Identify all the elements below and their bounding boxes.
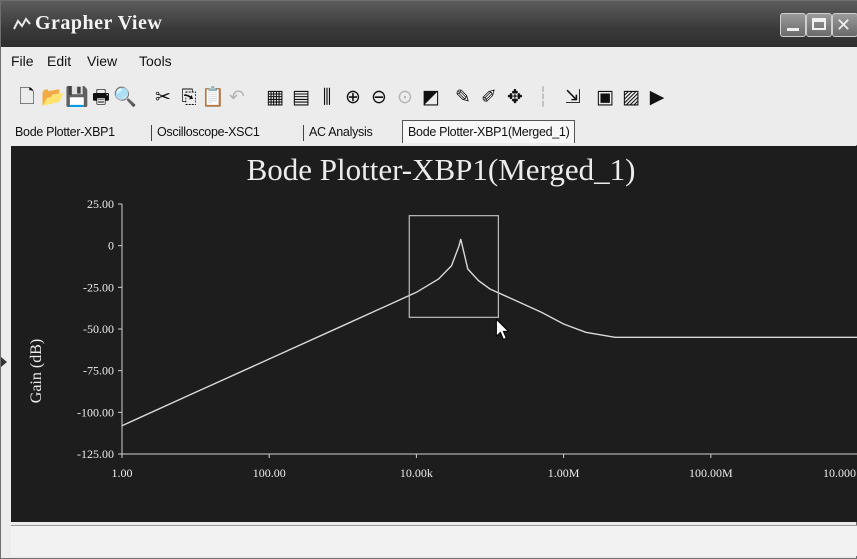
paste-icon[interactable]: 📋 [201,85,225,109]
grapher-window: Grapher View ✕ File Edit View Tools 🗋 📂 … [0,0,857,559]
mouse-pointer-icon [495,318,510,340]
tab-bode-plotter-merged[interactable]: Bode Plotter-XBP1(Merged_1) [402,120,576,143]
x-tick-label: 1.00M [548,466,580,480]
menu-tools[interactable]: Tools [139,53,172,69]
close-button[interactable]: ✕ [832,13,857,37]
cut-icon[interactable]: ✂ [151,85,175,109]
cursors-icon[interactable]: ⫼ [315,85,339,109]
x-tick-label: 10.00k [400,466,433,480]
y-tick-label: -25.00 [83,280,114,294]
gain-trace [121,238,857,427]
maximize-icon [812,18,826,30]
y-tick-label: 25.00 [87,197,114,211]
select-marks-icon[interactable]: ✎ [451,85,475,109]
tab-bar: Bode Plotter-XBP1 Oscilloscope-XSC1 AC A… [1,117,857,145]
save-icon[interactable]: 💾 [65,85,89,109]
grid-icon[interactable]: ▦ [263,85,287,109]
tab-oscilloscope-xsc1[interactable]: Oscilloscope-XSC1 [157,122,260,142]
tab-separator [151,125,152,141]
tab-bode-plotter-xbp1[interactable]: Bode Plotter-XBP1 [15,122,115,142]
y-tick-label: -100.00 [77,405,114,419]
graph-area[interactable]: Bode Plotter-XBP1(Merged_1) Gain (dB) 25… [11,146,857,522]
copy-icon[interactable]: ⎘ [177,85,201,109]
excel-icon[interactable]: ▣ [593,85,617,109]
title-bar[interactable]: Grapher View ✕ [1,1,857,47]
status-bar [11,525,857,556]
chart-traces [121,238,857,427]
menu-view[interactable]: View [87,53,117,69]
print-icon[interactable]: 🖶 [89,85,113,109]
export-icon[interactable]: ⇲ [561,85,585,109]
y-tick-label: -50.00 [83,322,114,336]
chart-title: Bode Plotter-XBP1(Merged_1) [247,152,636,187]
undo-icon[interactable]: ↶ [225,85,249,109]
splitter-arrow-icon[interactable] [1,357,7,367]
chart-ticks: 25.00 0 -25.00 -50.00 -75.00 -100.00 -125.00 1.… [77,197,856,480]
x-tick-label: 10.000 [823,466,856,480]
window-title: Grapher View [35,12,163,34]
menu-file[interactable]: File [11,53,34,69]
reverse-colors-icon[interactable]: ✥ [503,85,527,109]
bode-chart: Bode Plotter-XBP1(Merged_1) Gain (dB) 25… [28,152,857,480]
x-tick-label: 100.00 [253,466,286,480]
zoom-in-icon[interactable]: ⊕ [341,85,365,109]
zoom-selection-box[interactable] [408,215,499,318]
y-tick-label: -75.00 [83,364,114,378]
y-tick-label: 0 [108,239,114,253]
zoom-out-icon[interactable]: ⊖ [367,85,391,109]
menu-bar: File Edit View Tools [1,47,857,75]
tab-separator [303,125,304,141]
minimize-icon [787,28,799,31]
open-icon[interactable]: 📂 [41,85,65,109]
expand-icon[interactable]: ▶ [645,85,669,109]
grapher-app-icon [13,17,31,30]
toolbar: 🗋 📂 💾 🖶 🔍 ✂ ⎘ 📋 ↶ ▦ ▤ ⫼ ⊕ ⊖ ⊙ ◩ ✎ ✐ ✥ ┆ … [1,75,857,117]
x-tick-label: 1.00 [112,466,133,480]
legend-icon[interactable]: ▤ [289,85,313,109]
new-icon[interactable]: 🗋 [15,85,39,109]
overlay-icon[interactable]: ◩ [419,85,443,109]
minimize-button[interactable] [780,13,806,37]
print-preview-icon[interactable]: 🔍 [113,85,137,109]
close-icon: ✕ [836,15,852,35]
bar-icon[interactable]: ┆ [531,85,555,109]
y-tick-label: -125.00 [77,447,114,461]
menu-edit[interactable]: Edit [47,53,71,69]
properties-icon[interactable]: ✐ [477,85,501,109]
zoom-area-icon[interactable]: ⊙ [393,85,417,109]
x-tick-label: 100.00M [689,466,733,480]
chart-axes [121,204,857,455]
y-axis-label: Gain (dB) [28,339,45,403]
mathcad-icon[interactable]: ▨ [619,85,643,109]
tab-ac-analysis[interactable]: AC Analysis [309,122,373,142]
maximize-button[interactable] [806,13,832,37]
